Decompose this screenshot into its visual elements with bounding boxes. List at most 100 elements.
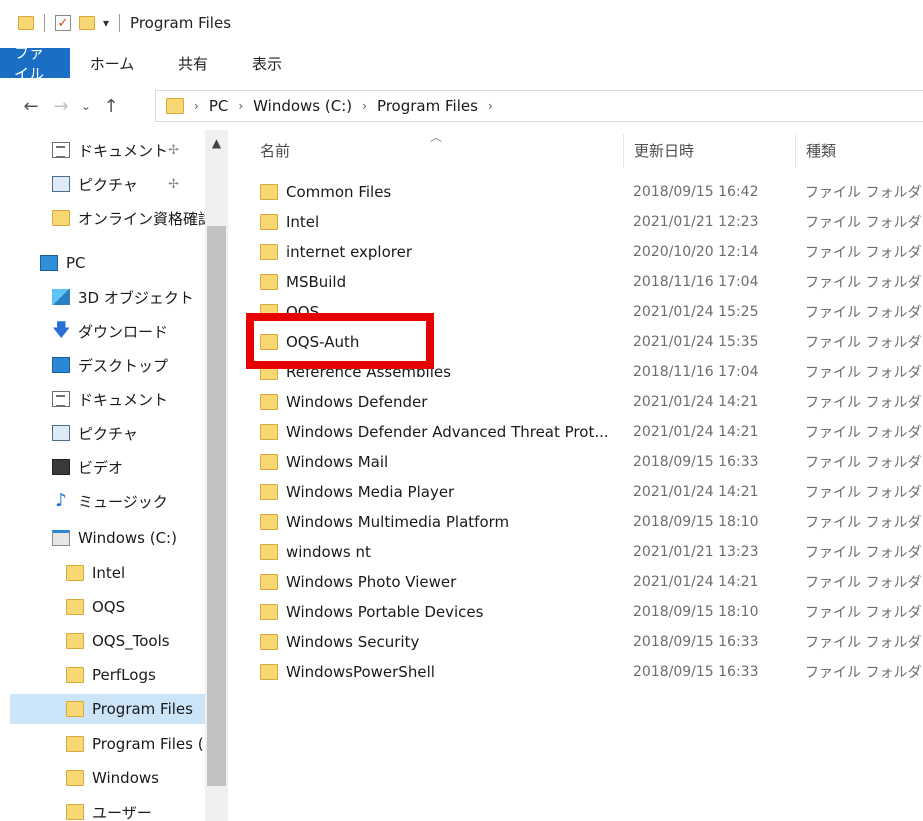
sidebar-item-oqs[interactable]: OQS bbox=[0, 592, 205, 622]
file-type: ファイル フォルダー bbox=[805, 185, 923, 201]
folder-icon bbox=[66, 633, 84, 649]
sidebar-item-intel[interactable]: Intel bbox=[0, 558, 205, 588]
column-header-modified[interactable]: 更新日時 bbox=[634, 130, 694, 170]
file-row[interactable]: MSBuild 2018/11/16 17:04 ファイル フォルダー bbox=[260, 267, 923, 297]
file-row[interactable]: Windows Mail 2018/09/15 16:33 ファイル フォルダー bbox=[260, 447, 923, 477]
file-row[interactable]: Intel 2021/01/21 12:23 ファイル フォルダー bbox=[260, 207, 923, 237]
file-type: ファイル フォルダー bbox=[805, 215, 923, 231]
sidebar-item-videos[interactable]: ビデオ bbox=[0, 452, 205, 482]
sidebar-item-program-files[interactable]: Program Files bbox=[10, 694, 205, 724]
file-type: ファイル フォルダー bbox=[805, 275, 923, 291]
folder-icon bbox=[66, 736, 84, 752]
properties-icon[interactable]: ✓ bbox=[55, 15, 71, 31]
scroll-up-icon[interactable]: ▲ bbox=[205, 136, 228, 150]
document-icon bbox=[52, 142, 70, 158]
new-folder-icon[interactable] bbox=[79, 16, 95, 30]
file-modified: 2021/01/21 12:23 bbox=[633, 214, 759, 230]
sidebar-item-label: ドキュメント bbox=[78, 141, 169, 160]
folder-icon bbox=[260, 394, 278, 410]
back-icon[interactable]: ← bbox=[16, 96, 46, 117]
folder-icon bbox=[66, 667, 84, 683]
file-modified: 2021/01/24 14:21 bbox=[633, 484, 759, 500]
file-name: Intel bbox=[286, 213, 320, 231]
sidebar-item-perflogs[interactable]: PerfLogs bbox=[0, 660, 205, 690]
address-bar[interactable]: › PC › Windows (C:) › Program Files › bbox=[155, 90, 923, 122]
file-type: ファイル フォルダー bbox=[805, 395, 923, 411]
file-row[interactable]: WindowsPowerShell 2018/09/15 16:33 ファイル … bbox=[260, 657, 923, 687]
pc-icon bbox=[40, 255, 58, 271]
sidebar-item-label: ユーザー bbox=[92, 803, 152, 821]
folder-icon bbox=[260, 274, 278, 290]
file-row[interactable]: Windows Defender 2021/01/24 14:21 ファイル フ… bbox=[260, 387, 923, 417]
tab-home[interactable]: ホーム bbox=[70, 48, 154, 78]
sidebar-item-pc[interactable]: PC bbox=[0, 248, 205, 278]
sidebar-item-3d-objects[interactable]: 3D オブジェクト bbox=[0, 282, 205, 312]
file-type: ファイル フォルダー bbox=[805, 425, 923, 441]
sidebar-item-pictures[interactable]: ピクチャ bbox=[0, 418, 205, 448]
file-row[interactable]: Windows Media Player 2021/01/24 14:21 ファ… bbox=[260, 477, 923, 507]
breadcrumb-separator[interactable]: › bbox=[488, 99, 493, 113]
file-row[interactable]: Common Files 2018/09/15 16:42 ファイル フォルダー bbox=[260, 177, 923, 207]
tab-file[interactable]: ファイル bbox=[0, 44, 70, 83]
breadcrumb-windows-c[interactable]: Windows (C:) bbox=[253, 97, 352, 115]
folder-icon bbox=[260, 604, 278, 620]
breadcrumb-separator[interactable]: › bbox=[238, 99, 243, 113]
recent-locations-icon[interactable]: ⌄ bbox=[76, 99, 96, 113]
sidebar-item-desktop[interactable]: デスクトップ bbox=[0, 350, 205, 380]
file-row[interactable]: Windows Security 2018/09/15 16:33 ファイル フ… bbox=[260, 627, 923, 657]
sidebar-item-documents-pinned[interactable]: ドキュメント ✢ bbox=[0, 135, 205, 165]
sidebar-item-label: オンライン資格確認 bbox=[78, 209, 205, 228]
column-divider[interactable] bbox=[623, 134, 624, 168]
folder-icon bbox=[260, 184, 278, 200]
folder-icon bbox=[166, 98, 184, 114]
sidebar-item-downloads[interactable]: 🡇 ダウンロード bbox=[0, 316, 205, 346]
file-name: Windows Mail bbox=[286, 453, 389, 471]
breadcrumb-program-files[interactable]: Program Files bbox=[377, 97, 478, 115]
tab-share[interactable]: 共有 bbox=[154, 48, 232, 78]
sidebar-item-music[interactable]: ♪ ミュージック bbox=[0, 486, 205, 516]
breadcrumb-separator[interactable]: › bbox=[194, 99, 199, 113]
file-row[interactable]: Windows Multimedia Platform 2018/09/15 1… bbox=[260, 507, 923, 537]
file-row[interactable]: Windows Defender Advanced Threat Prot...… bbox=[260, 417, 923, 447]
sidebar-item-label: 3D オブジェクト bbox=[78, 288, 194, 307]
sidebar-item-windows[interactable]: Windows bbox=[0, 763, 205, 793]
quick-access-dropdown[interactable]: ▾ bbox=[103, 16, 109, 30]
sidebar-item-label: Program Files ( bbox=[92, 735, 204, 753]
sidebar-item-users[interactable]: ユーザー bbox=[0, 797, 205, 821]
folder-icon bbox=[260, 514, 278, 530]
forward-icon[interactable]: → bbox=[46, 96, 76, 117]
sidebar-item-label: Program Files bbox=[92, 700, 193, 718]
file-row[interactable]: internet explorer 2020/10/20 12:14 ファイル … bbox=[260, 237, 923, 267]
tab-view[interactable]: 表示 bbox=[232, 48, 302, 78]
breadcrumb-pc[interactable]: PC bbox=[209, 97, 229, 115]
folder-icon bbox=[260, 214, 278, 230]
up-icon[interactable]: ↑ bbox=[96, 96, 126, 117]
sidebar-item-program-files-x86[interactable]: Program Files ( bbox=[0, 729, 205, 759]
pictures-icon bbox=[52, 425, 70, 441]
sidebar-item-oqs-tools[interactable]: OQS_Tools bbox=[0, 626, 205, 656]
file-name: Windows Defender bbox=[286, 393, 428, 411]
sidebar-item-documents[interactable]: ドキュメント bbox=[0, 384, 205, 414]
sidebar-item-label: PerfLogs bbox=[92, 666, 156, 684]
sidebar-item-online-shikaku[interactable]: オンライン資格確認 bbox=[0, 203, 205, 233]
sidebar-item-pictures-pinned[interactable]: ピクチャ ✢ bbox=[0, 169, 205, 199]
breadcrumb-separator[interactable]: › bbox=[362, 99, 367, 113]
sidebar-item-windows-c[interactable]: Windows (C:) bbox=[0, 523, 205, 553]
sidebar-scrollbar-thumb[interactable] bbox=[207, 226, 226, 786]
annotation-highlight-box bbox=[246, 313, 434, 369]
document-icon bbox=[52, 391, 70, 407]
column-header-type[interactable]: 種類 bbox=[806, 130, 836, 170]
file-type: ファイル フォルダー bbox=[805, 635, 923, 651]
file-modified: 2018/11/16 17:04 bbox=[633, 274, 759, 290]
file-modified: 2018/09/15 18:10 bbox=[633, 514, 759, 530]
column-header-name[interactable]: 名前 bbox=[260, 130, 290, 170]
file-row[interactable]: Windows Portable Devices 2018/09/15 18:1… bbox=[260, 597, 923, 627]
sidebar-item-label: Windows (C:) bbox=[78, 529, 177, 547]
file-name: Windows Photo Viewer bbox=[286, 573, 457, 591]
file-name: Windows Multimedia Platform bbox=[286, 513, 510, 531]
file-row[interactable]: windows nt 2021/01/21 13:23 ファイル フォルダー bbox=[260, 537, 923, 567]
desktop-icon bbox=[52, 357, 70, 373]
column-divider[interactable] bbox=[795, 134, 796, 168]
file-row[interactable]: Windows Photo Viewer 2021/01/24 14:21 ファ… bbox=[260, 567, 923, 597]
file-type: ファイル フォルダー bbox=[805, 545, 923, 561]
